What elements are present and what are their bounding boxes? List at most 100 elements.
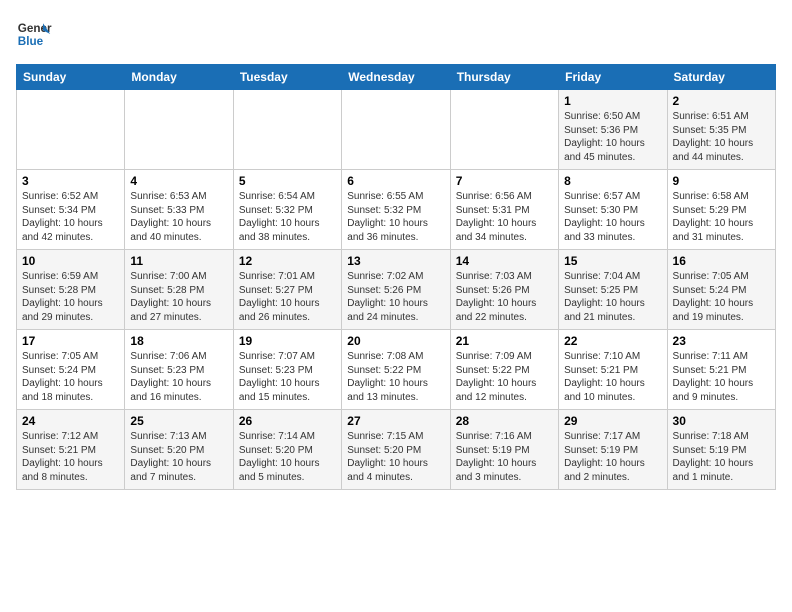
calendar-cell	[125, 90, 233, 170]
calendar-header-thursday: Thursday	[450, 65, 558, 90]
calendar-cell	[233, 90, 341, 170]
calendar-week-2: 3 Sunrise: 6:52 AM Sunset: 5:34 PM Daylig…	[17, 170, 776, 250]
day-number: 27	[347, 414, 444, 428]
calendar-cell: 23Sunrise: 7:11 AM Sunset: 5:21 PM Dayli…	[667, 330, 775, 410]
day-info: Sunrise: 6:54 AM Sunset: 5:32 PM Dayligh…	[239, 190, 336, 244]
calendar-table: SundayMondayTuesdayWednesdayThursdayFrid…	[16, 64, 776, 490]
day-info: Sunrise: 7:16 AM Sunset: 5:19 PM Dayligh…	[456, 430, 553, 484]
day-info: Sunrise: 7:15 AM Sunset: 5:20 PM Dayligh…	[347, 430, 444, 484]
calendar-week-3: 10 Sunrise: 6:59 AM Sunset: 5:28 PM Dayli…	[17, 250, 776, 330]
day-info: Sunrise: 7:03 AM Sunset: 5:26 PM Dayligh…	[456, 270, 553, 324]
day-number: 25	[130, 414, 227, 428]
calendar-header-wednesday: Wednesday	[342, 65, 450, 90]
day-number: 10	[22, 254, 119, 268]
day-info: Sunrise: 7:05 AM Sunset: 5:24 PM Dayligh…	[22, 350, 119, 404]
day-info: Sunrise: 7:02 AM Sunset: 5:26 PM Dayligh…	[347, 270, 444, 324]
day-number: 14	[456, 254, 553, 268]
calendar-header-saturday: Saturday	[667, 65, 775, 90]
day-info: Sunrise: 7:00 AM Sunset: 5:28 PM Dayligh…	[130, 270, 227, 324]
calendar-header-sunday: Sunday	[17, 65, 125, 90]
svg-text:General: General	[18, 22, 52, 35]
day-info: Sunrise: 6:52 AM Sunset: 5:34 PM Dayligh…	[22, 190, 119, 244]
day-number: 15	[564, 254, 661, 268]
day-number: 13	[347, 254, 444, 268]
calendar-cell: 9 Sunrise: 6:58 AM Sunset: 5:29 PM Daylig…	[667, 170, 775, 250]
calendar-cell: 4Sunrise: 6:53 AM Sunset: 5:33 PM Daylig…	[125, 170, 233, 250]
day-number: 23	[673, 334, 770, 348]
calendar-cell	[342, 90, 450, 170]
calendar-cell: 21 Sunrise: 7:09 AM Sunset: 5:22 PM Dayli…	[450, 330, 558, 410]
calendar-cell: 24 Sunrise: 7:12 AM Sunset: 5:21 PM Dayli…	[17, 410, 125, 490]
calendar-cell: 8 Sunrise: 6:57 AM Sunset: 5:30 PM Daylig…	[559, 170, 667, 250]
calendar-week-1: 1Sunrise: 6:50 AM Sunset: 5:36 PM Daylig…	[17, 90, 776, 170]
day-info: Sunrise: 7:17 AM Sunset: 5:19 PM Dayligh…	[564, 430, 661, 484]
day-number: 2	[673, 94, 770, 108]
day-number: 26	[239, 414, 336, 428]
day-number: 24	[22, 414, 119, 428]
calendar-cell: 13 Sunrise: 7:02 AM Sunset: 5:26 PM Dayli…	[342, 250, 450, 330]
day-number: 12	[239, 254, 336, 268]
calendar-cell: 27 Sunrise: 7:15 AM Sunset: 5:20 PM Dayli…	[342, 410, 450, 490]
calendar-cell: 19 Sunrise: 7:07 AM Sunset: 5:23 PM Dayli…	[233, 330, 341, 410]
calendar-cell: 30Sunrise: 7:18 AM Sunset: 5:19 PM Dayli…	[667, 410, 775, 490]
day-info: Sunrise: 7:09 AM Sunset: 5:22 PM Dayligh…	[456, 350, 553, 404]
day-info: Sunrise: 6:59 AM Sunset: 5:28 PM Dayligh…	[22, 270, 119, 324]
calendar-cell: 7 Sunrise: 6:56 AM Sunset: 5:31 PM Daylig…	[450, 170, 558, 250]
calendar-cell: 12 Sunrise: 7:01 AM Sunset: 5:27 PM Dayli…	[233, 250, 341, 330]
calendar-cell: 18Sunrise: 7:06 AM Sunset: 5:23 PM Dayli…	[125, 330, 233, 410]
day-info: Sunrise: 7:13 AM Sunset: 5:20 PM Dayligh…	[130, 430, 227, 484]
day-number: 21	[456, 334, 553, 348]
calendar-cell: 20Sunrise: 7:08 AM Sunset: 5:22 PM Dayli…	[342, 330, 450, 410]
day-number: 29	[564, 414, 661, 428]
day-number: 7	[456, 174, 553, 188]
calendar-week-5: 24 Sunrise: 7:12 AM Sunset: 5:21 PM Dayli…	[17, 410, 776, 490]
calendar-cell: 1Sunrise: 6:50 AM Sunset: 5:36 PM Daylig…	[559, 90, 667, 170]
day-number: 16	[673, 254, 770, 268]
calendar-cell: 14 Sunrise: 7:03 AM Sunset: 5:26 PM Dayli…	[450, 250, 558, 330]
calendar-week-4: 17 Sunrise: 7:05 AM Sunset: 5:24 PM Dayli…	[17, 330, 776, 410]
day-number: 6	[347, 174, 444, 188]
day-info: Sunrise: 7:12 AM Sunset: 5:21 PM Dayligh…	[22, 430, 119, 484]
day-number: 3	[22, 174, 119, 188]
day-info: Sunrise: 6:56 AM Sunset: 5:31 PM Dayligh…	[456, 190, 553, 244]
day-number: 1	[564, 94, 661, 108]
svg-text:Blue: Blue	[18, 35, 44, 48]
day-info: Sunrise: 6:55 AM Sunset: 5:32 PM Dayligh…	[347, 190, 444, 244]
day-number: 9	[673, 174, 770, 188]
day-info: Sunrise: 6:57 AM Sunset: 5:30 PM Dayligh…	[564, 190, 661, 244]
day-info: Sunrise: 7:01 AM Sunset: 5:27 PM Dayligh…	[239, 270, 336, 324]
calendar-header-tuesday: Tuesday	[233, 65, 341, 90]
calendar-cell: 25 Sunrise: 7:13 AM Sunset: 5:20 PM Dayli…	[125, 410, 233, 490]
calendar-cell: 2Sunrise: 6:51 AM Sunset: 5:35 PM Daylig…	[667, 90, 775, 170]
day-info: Sunrise: 7:04 AM Sunset: 5:25 PM Dayligh…	[564, 270, 661, 324]
day-number: 20	[347, 334, 444, 348]
calendar-cell: 16Sunrise: 7:05 AM Sunset: 5:24 PM Dayli…	[667, 250, 775, 330]
day-info: Sunrise: 7:18 AM Sunset: 5:19 PM Dayligh…	[673, 430, 770, 484]
calendar-header-friday: Friday	[559, 65, 667, 90]
day-number: 8	[564, 174, 661, 188]
calendar-cell: 17 Sunrise: 7:05 AM Sunset: 5:24 PM Dayli…	[17, 330, 125, 410]
day-number: 19	[239, 334, 336, 348]
calendar-cell: 28 Sunrise: 7:16 AM Sunset: 5:19 PM Dayli…	[450, 410, 558, 490]
calendar-header-row: SundayMondayTuesdayWednesdayThursdayFrid…	[17, 65, 776, 90]
day-info: Sunrise: 6:58 AM Sunset: 5:29 PM Dayligh…	[673, 190, 770, 244]
day-info: Sunrise: 7:07 AM Sunset: 5:23 PM Dayligh…	[239, 350, 336, 404]
calendar-cell: 26 Sunrise: 7:14 AM Sunset: 5:20 PM Dayli…	[233, 410, 341, 490]
calendar-cell: 10 Sunrise: 6:59 AM Sunset: 5:28 PM Dayli…	[17, 250, 125, 330]
calendar-cell	[17, 90, 125, 170]
logo-icon: General Blue	[16, 16, 52, 52]
day-info: Sunrise: 7:14 AM Sunset: 5:20 PM Dayligh…	[239, 430, 336, 484]
page-header: General Blue	[16, 16, 776, 52]
day-number: 28	[456, 414, 553, 428]
calendar-cell: 3 Sunrise: 6:52 AM Sunset: 5:34 PM Daylig…	[17, 170, 125, 250]
day-number: 17	[22, 334, 119, 348]
calendar-cell	[450, 90, 558, 170]
logo: General Blue	[16, 16, 52, 52]
day-number: 5	[239, 174, 336, 188]
calendar-cell: 11Sunrise: 7:00 AM Sunset: 5:28 PM Dayli…	[125, 250, 233, 330]
calendar-cell: 22Sunrise: 7:10 AM Sunset: 5:21 PM Dayli…	[559, 330, 667, 410]
calendar-cell: 29 Sunrise: 7:17 AM Sunset: 5:19 PM Dayli…	[559, 410, 667, 490]
day-info: Sunrise: 6:53 AM Sunset: 5:33 PM Dayligh…	[130, 190, 227, 244]
day-info: Sunrise: 7:06 AM Sunset: 5:23 PM Dayligh…	[130, 350, 227, 404]
day-number: 22	[564, 334, 661, 348]
